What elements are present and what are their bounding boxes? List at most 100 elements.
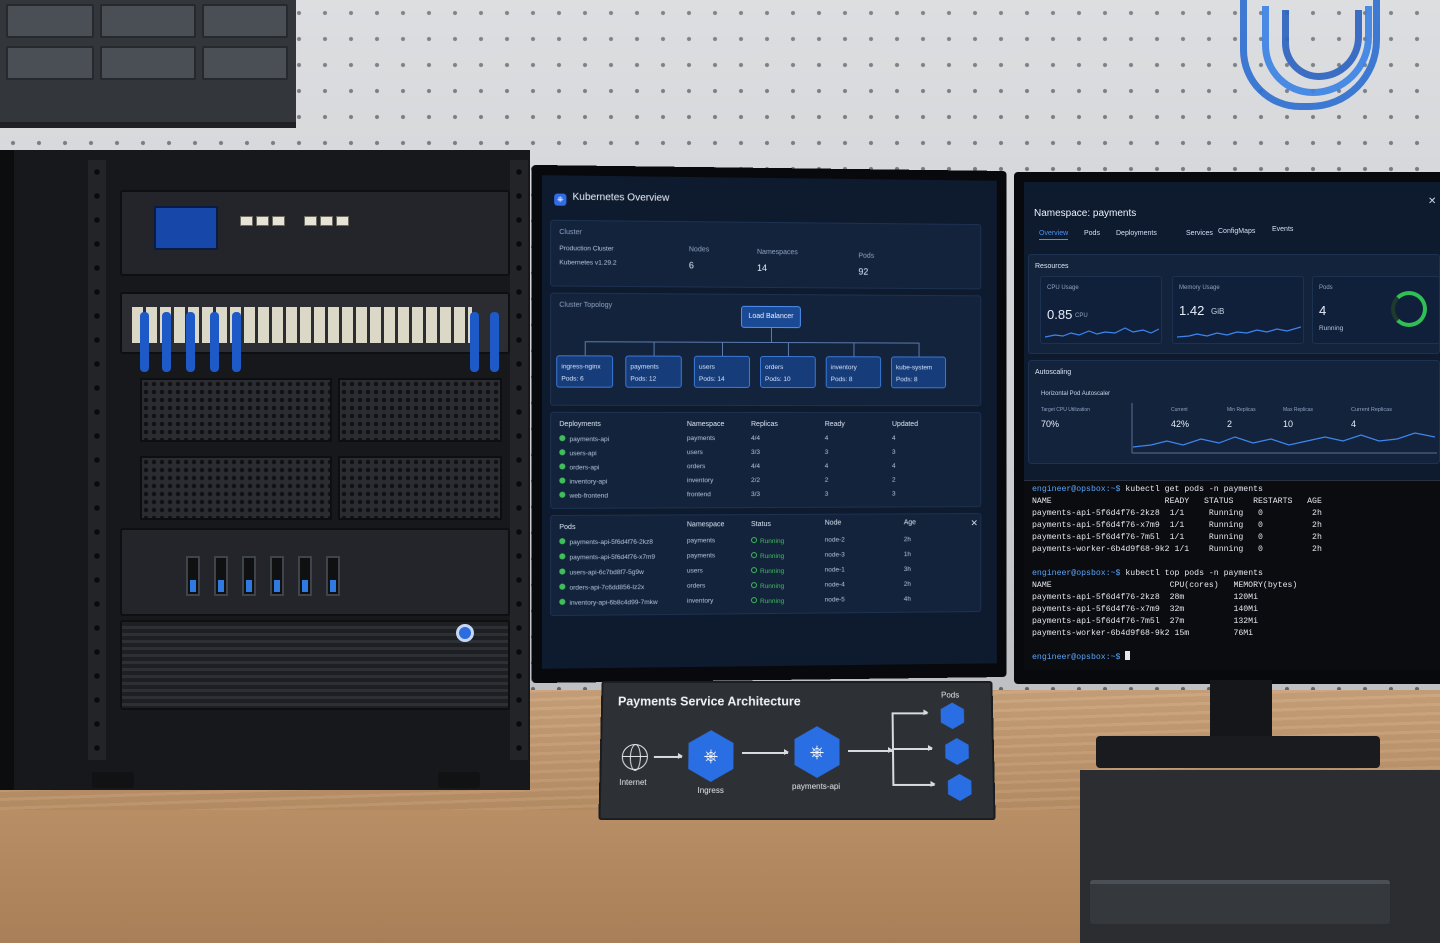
ethernet-port (304, 216, 317, 226)
deployment-name[interactable]: payments-api (559, 435, 609, 443)
close-icon[interactable]: ✕ (971, 518, 978, 529)
deployment-name[interactable]: web-frontend (559, 492, 608, 500)
pod-status: Running (751, 537, 784, 545)
pods-label: Pods (858, 253, 874, 260)
table-cell: 3h (904, 566, 911, 573)
topology-node-kube-system[interactable]: kube-system Pods: 8 (891, 356, 946, 388)
updated-header: Updated (892, 421, 918, 428)
usb-port (186, 556, 200, 596)
table-cell: 4 (825, 435, 829, 442)
status-dot-icon (559, 584, 565, 590)
pod-name[interactable]: payments-api-5f6d4f76-x7m9 (559, 553, 655, 562)
dashboard-title: ⎈ Kubernetes Overview (554, 191, 669, 206)
topology-node-users[interactable]: users Pods: 14 (694, 356, 750, 388)
deployment-name[interactable]: orders-api (559, 463, 599, 471)
tab-services[interactable]: Services (1186, 230, 1213, 237)
terminal-output-line: payments-api-5f6d4f76-x7m9 1/1 Running 0… (1032, 521, 1322, 530)
tab-pods[interactable]: Pods (1084, 230, 1100, 237)
server-chassis (120, 620, 510, 710)
replicas-header: Replicas (751, 421, 778, 428)
rack-rail (510, 160, 528, 760)
status-dot-icon (559, 568, 565, 574)
arrow-icon (742, 752, 788, 753)
namespaces-label: Namespaces (757, 249, 798, 256)
status-dot-icon (559, 599, 565, 605)
topology-node-inventory[interactable]: inventory Pods: 8 (826, 356, 881, 388)
table-cell: users (687, 567, 703, 574)
firewall-appliance (120, 190, 510, 276)
namespace-dashboard: Namespace: payments ✕ Overview Pods Depl… (1024, 182, 1440, 494)
kubernetes-dashboard: ⎈ Kubernetes Overview Cluster Production … (542, 175, 997, 669)
deployments-panel: Deployments Namespace Replicas Ready Upd… (550, 412, 981, 509)
tab-overview[interactable]: Overview (1039, 230, 1068, 240)
close-icon[interactable]: ✕ (1428, 196, 1436, 207)
tab-configmaps[interactable]: ConfigMaps (1218, 228, 1255, 235)
deployment-name[interactable]: inventory-api (559, 477, 607, 485)
pod-name[interactable]: users-api-6c7bd8f7-5g9w (559, 568, 644, 577)
topology-node-ingress-nginx[interactable]: ingress-nginx Pods: 6 (556, 355, 613, 387)
ethernet-port (336, 216, 349, 226)
status-dot-icon (559, 478, 565, 484)
topology-node-payments[interactable]: payments Pods: 12 (625, 356, 682, 388)
terminal-output-line: payments-api-5f6d4f76-2kz8 1/1 Running 0… (1032, 509, 1322, 518)
terminal-cursor (1125, 651, 1130, 660)
deployments-header: Deployments (559, 421, 601, 428)
internet-label: Internet (619, 778, 646, 787)
age-header: Age (904, 519, 916, 526)
shell-prompt: engineer@opsbox:~$ (1032, 653, 1120, 662)
memory-sparkline (1177, 321, 1301, 341)
kubectl-terminal[interactable]: engineer@opsbox:~$ kubectl get pods -n p… (1024, 480, 1440, 670)
usb-port (242, 556, 256, 596)
pod-name[interactable]: inventory-api-6b8c4d99-7mkw (559, 598, 657, 607)
patch-cable (232, 312, 241, 372)
pods-label: Pods (941, 691, 959, 700)
ready-header: Ready (825, 421, 845, 428)
arrow-icon (892, 784, 934, 786)
table-cell: 3 (825, 491, 829, 498)
tab-events[interactable]: Events (1272, 226, 1293, 233)
table-cell: node-1 (825, 566, 845, 573)
pod-name[interactable]: orders-api-7c6dd856-lz2x (559, 583, 644, 592)
right-monitor: Namespace: payments ✕ Overview Pods Depl… (1014, 172, 1440, 684)
table-cell: inventory (687, 598, 714, 605)
kubernetes-icon: ⎈ (554, 194, 566, 206)
status-header: Status (751, 521, 771, 528)
arrow-icon (892, 712, 928, 713)
architecture-placard: Payments Service Architecture Internet ⎈… (598, 681, 995, 820)
switch-port-array (132, 307, 472, 343)
table-cell: payments (687, 435, 715, 442)
tab-deployments[interactable]: Deployments (1116, 230, 1157, 237)
topology-edge (771, 328, 772, 342)
pod-status: Running (751, 582, 784, 590)
resources-label: Resources (1035, 263, 1068, 270)
node-header: Node (825, 520, 842, 527)
table-cell: 2 (825, 477, 829, 484)
status-dot-icon (751, 552, 757, 558)
cluster-name: Production Cluster (559, 245, 613, 253)
patch-cable (470, 312, 479, 372)
table-cell: 4/4 (751, 463, 760, 470)
arrow-icon (654, 756, 682, 757)
cluster-summary-panel: Cluster Production Cluster Kubernetes v1… (550, 220, 981, 290)
power-button-icon[interactable] (456, 624, 474, 642)
table-cell: payments (687, 537, 715, 544)
table-cell: orders (687, 463, 706, 470)
status-dot-icon (559, 435, 565, 441)
drive-bay (338, 378, 502, 442)
topology-node-orders[interactable]: orders Pods: 10 (760, 356, 816, 388)
pod-name[interactable]: payments-api-5f6d4f76-2kz8 (559, 538, 653, 547)
shell-prompt: engineer@opsbox:~$ (1032, 485, 1120, 494)
drawer-bin (6, 46, 94, 80)
arrow-icon (892, 748, 932, 749)
deployment-name[interactable]: users-api (559, 449, 596, 457)
status-dot-icon (751, 537, 757, 543)
load-balancer-node[interactable]: Load Balancer (741, 306, 801, 328)
table-cell: 3 (892, 449, 896, 456)
terminal-command-line: engineer@opsbox:~$ (1032, 651, 1130, 662)
table-cell: users (687, 449, 703, 456)
table-cell: payments (687, 552, 715, 559)
placard-title: Payments Service Architecture (618, 695, 801, 709)
terminal-output-line: NAME READY STATUS RESTARTS AGE (1032, 497, 1322, 506)
namespace-title: Namespace: payments (1034, 208, 1136, 219)
pod-status: Running (751, 567, 784, 575)
